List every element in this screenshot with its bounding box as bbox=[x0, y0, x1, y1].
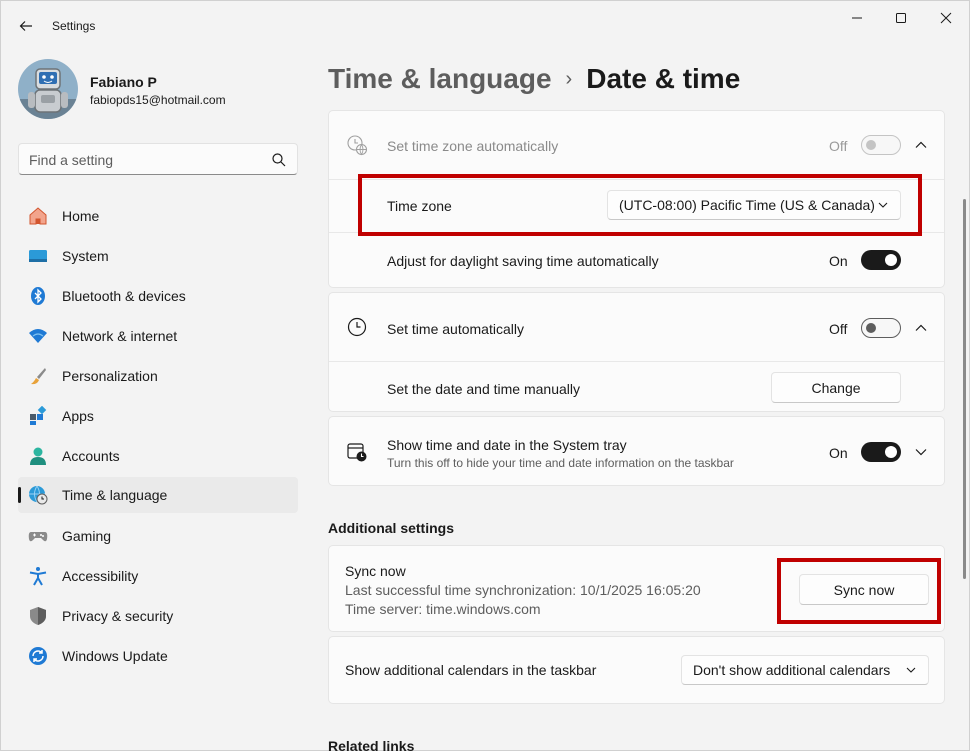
dst-label: Adjust for daylight saving time automati… bbox=[387, 253, 659, 269]
auto-timezone-toggle[interactable] bbox=[861, 135, 901, 155]
calendars-card: Show additional calendars in the taskbar… bbox=[328, 636, 945, 704]
tray-card: Show time and date in the System tray Tu… bbox=[328, 416, 945, 486]
sidebar-item-personalization[interactable]: Personalization bbox=[18, 358, 298, 394]
sidebar-item-label: Windows Update bbox=[62, 648, 168, 664]
globe-clock-icon bbox=[346, 134, 368, 156]
search-box[interactable] bbox=[18, 143, 298, 175]
title-bar: Settings bbox=[1, 1, 970, 49]
sidebar-item-label: Bluetooth & devices bbox=[62, 288, 186, 304]
related-links-title: Related links bbox=[328, 738, 415, 751]
update-icon bbox=[28, 646, 48, 666]
back-arrow-icon bbox=[19, 21, 32, 31]
sidebar-item-accessibility[interactable]: Accessibility bbox=[18, 558, 298, 594]
minimize-button[interactable] bbox=[834, 5, 880, 31]
change-button[interactable]: Change bbox=[771, 372, 901, 403]
brush-icon bbox=[28, 366, 48, 386]
clock-icon bbox=[346, 316, 368, 338]
sidebar-item-label: Time & language bbox=[62, 487, 168, 503]
accounts-icon bbox=[28, 446, 48, 466]
sync-last: Last successful time synchronization: 10… bbox=[345, 582, 701, 598]
auto-time-state: Off bbox=[829, 321, 848, 337]
back-button[interactable] bbox=[13, 13, 39, 39]
sidebar-item-label: System bbox=[62, 248, 109, 264]
auto-timezone-state: Off bbox=[829, 138, 848, 154]
sidebar-item-bluetooth[interactable]: Bluetooth & devices bbox=[18, 278, 298, 314]
auto-timezone-row: Set time zone automatically Off bbox=[329, 111, 944, 179]
tray-state: On bbox=[829, 445, 848, 461]
close-button[interactable] bbox=[923, 5, 969, 31]
dst-row: Adjust for daylight saving time automati… bbox=[329, 233, 944, 287]
sidebar-item-privacy[interactable]: Privacy & security bbox=[18, 598, 298, 634]
auto-timezone-label: Set time zone automatically bbox=[387, 138, 559, 154]
search-input[interactable] bbox=[29, 150, 269, 170]
bluetooth-icon bbox=[28, 286, 48, 306]
sidebar-item-label: Gaming bbox=[62, 528, 112, 544]
sidebar-item-label: Network & internet bbox=[62, 328, 178, 344]
breadcrumb: Time & language › Date & time bbox=[328, 59, 740, 99]
sidebar-item-label: Accounts bbox=[62, 448, 120, 464]
settings-window: Settings Fabiano P fabiopds15@hotmail.co… bbox=[0, 0, 970, 751]
section-title: Additional settings bbox=[328, 520, 454, 536]
wifi-icon bbox=[28, 326, 48, 346]
maximize-button[interactable] bbox=[878, 5, 924, 31]
sync-title: Sync now bbox=[345, 563, 406, 579]
sidebar-item-label: Apps bbox=[62, 408, 94, 424]
chevron-up-icon[interactable] bbox=[913, 137, 929, 153]
manual-time-row: Set the date and time manually Change bbox=[329, 362, 944, 412]
dst-toggle[interactable] bbox=[861, 250, 901, 270]
sync-highlight bbox=[777, 558, 941, 624]
sidebar-item-time-language[interactable]: Time & language bbox=[18, 477, 298, 513]
maximize-icon bbox=[896, 13, 906, 23]
calendars-label: Show additional calendars in the taskbar bbox=[345, 662, 597, 678]
close-icon bbox=[940, 12, 952, 24]
chevron-down-icon bbox=[906, 667, 916, 673]
auto-time-label: Set time automatically bbox=[387, 321, 524, 337]
chevron-down-icon[interactable] bbox=[913, 444, 929, 460]
tray-toggle[interactable] bbox=[861, 442, 901, 462]
chevron-up-icon[interactable] bbox=[913, 320, 929, 336]
apps-icon bbox=[28, 406, 48, 426]
profile-name: Fabiano P bbox=[90, 74, 157, 90]
sidebar-item-home[interactable]: Home bbox=[18, 198, 298, 234]
sidebar-item-apps[interactable]: Apps bbox=[18, 398, 298, 434]
profile-email: fabiopds15@hotmail.com bbox=[90, 93, 226, 107]
accessibility-icon bbox=[28, 566, 48, 586]
sync-server: Time server: time.windows.com bbox=[345, 601, 541, 617]
time-card: Set time automatically Off Set the date … bbox=[328, 292, 945, 412]
timezone-highlight bbox=[358, 174, 922, 236]
scrollbar[interactable] bbox=[963, 199, 966, 579]
sidebar-item-label: Home bbox=[62, 208, 100, 224]
calendars-value: Don't show additional calendars bbox=[693, 662, 891, 678]
dst-state: On bbox=[829, 253, 848, 269]
sidebar-item-gaming[interactable]: Gaming bbox=[18, 518, 298, 554]
breadcrumb-separator: › bbox=[565, 67, 573, 90]
search-icon[interactable] bbox=[271, 152, 287, 168]
sidebar-item-accounts[interactable]: Accounts bbox=[18, 438, 298, 474]
sidebar-item-label: Privacy & security bbox=[62, 608, 174, 624]
avatar[interactable] bbox=[18, 59, 78, 119]
globe-clock-icon bbox=[28, 485, 48, 505]
auto-time-toggle[interactable] bbox=[861, 318, 901, 338]
sidebar-item-network[interactable]: Network & internet bbox=[18, 318, 298, 354]
sidebar-item-windows-update[interactable]: Windows Update bbox=[18, 638, 298, 674]
manual-time-label: Set the date and time manually bbox=[387, 381, 581, 397]
tray-sublabel: Turn this off to hide your time and date… bbox=[387, 456, 734, 470]
app-title: Settings bbox=[52, 19, 96, 33]
breadcrumb-parent[interactable]: Time & language bbox=[328, 63, 552, 95]
sidebar-item-system[interactable]: System bbox=[18, 238, 298, 274]
calendar-clock-icon bbox=[346, 441, 368, 463]
auto-time-row: Set time automatically Off bbox=[329, 293, 944, 361]
sidebar-item-label: Personalization bbox=[62, 368, 158, 384]
active-indicator bbox=[18, 487, 21, 503]
minimize-icon bbox=[852, 17, 862, 19]
robot-avatar-icon bbox=[18, 59, 78, 119]
page-title: Date & time bbox=[586, 63, 741, 94]
sidebar-item-label: Accessibility bbox=[62, 568, 139, 584]
calendars-dropdown[interactable]: Don't show additional calendars bbox=[681, 655, 929, 685]
gamepad-icon bbox=[28, 526, 48, 546]
home-icon bbox=[28, 206, 48, 226]
shield-icon bbox=[28, 606, 48, 626]
tray-label: Show time and date in the System tray bbox=[387, 437, 627, 453]
system-icon bbox=[28, 246, 48, 266]
